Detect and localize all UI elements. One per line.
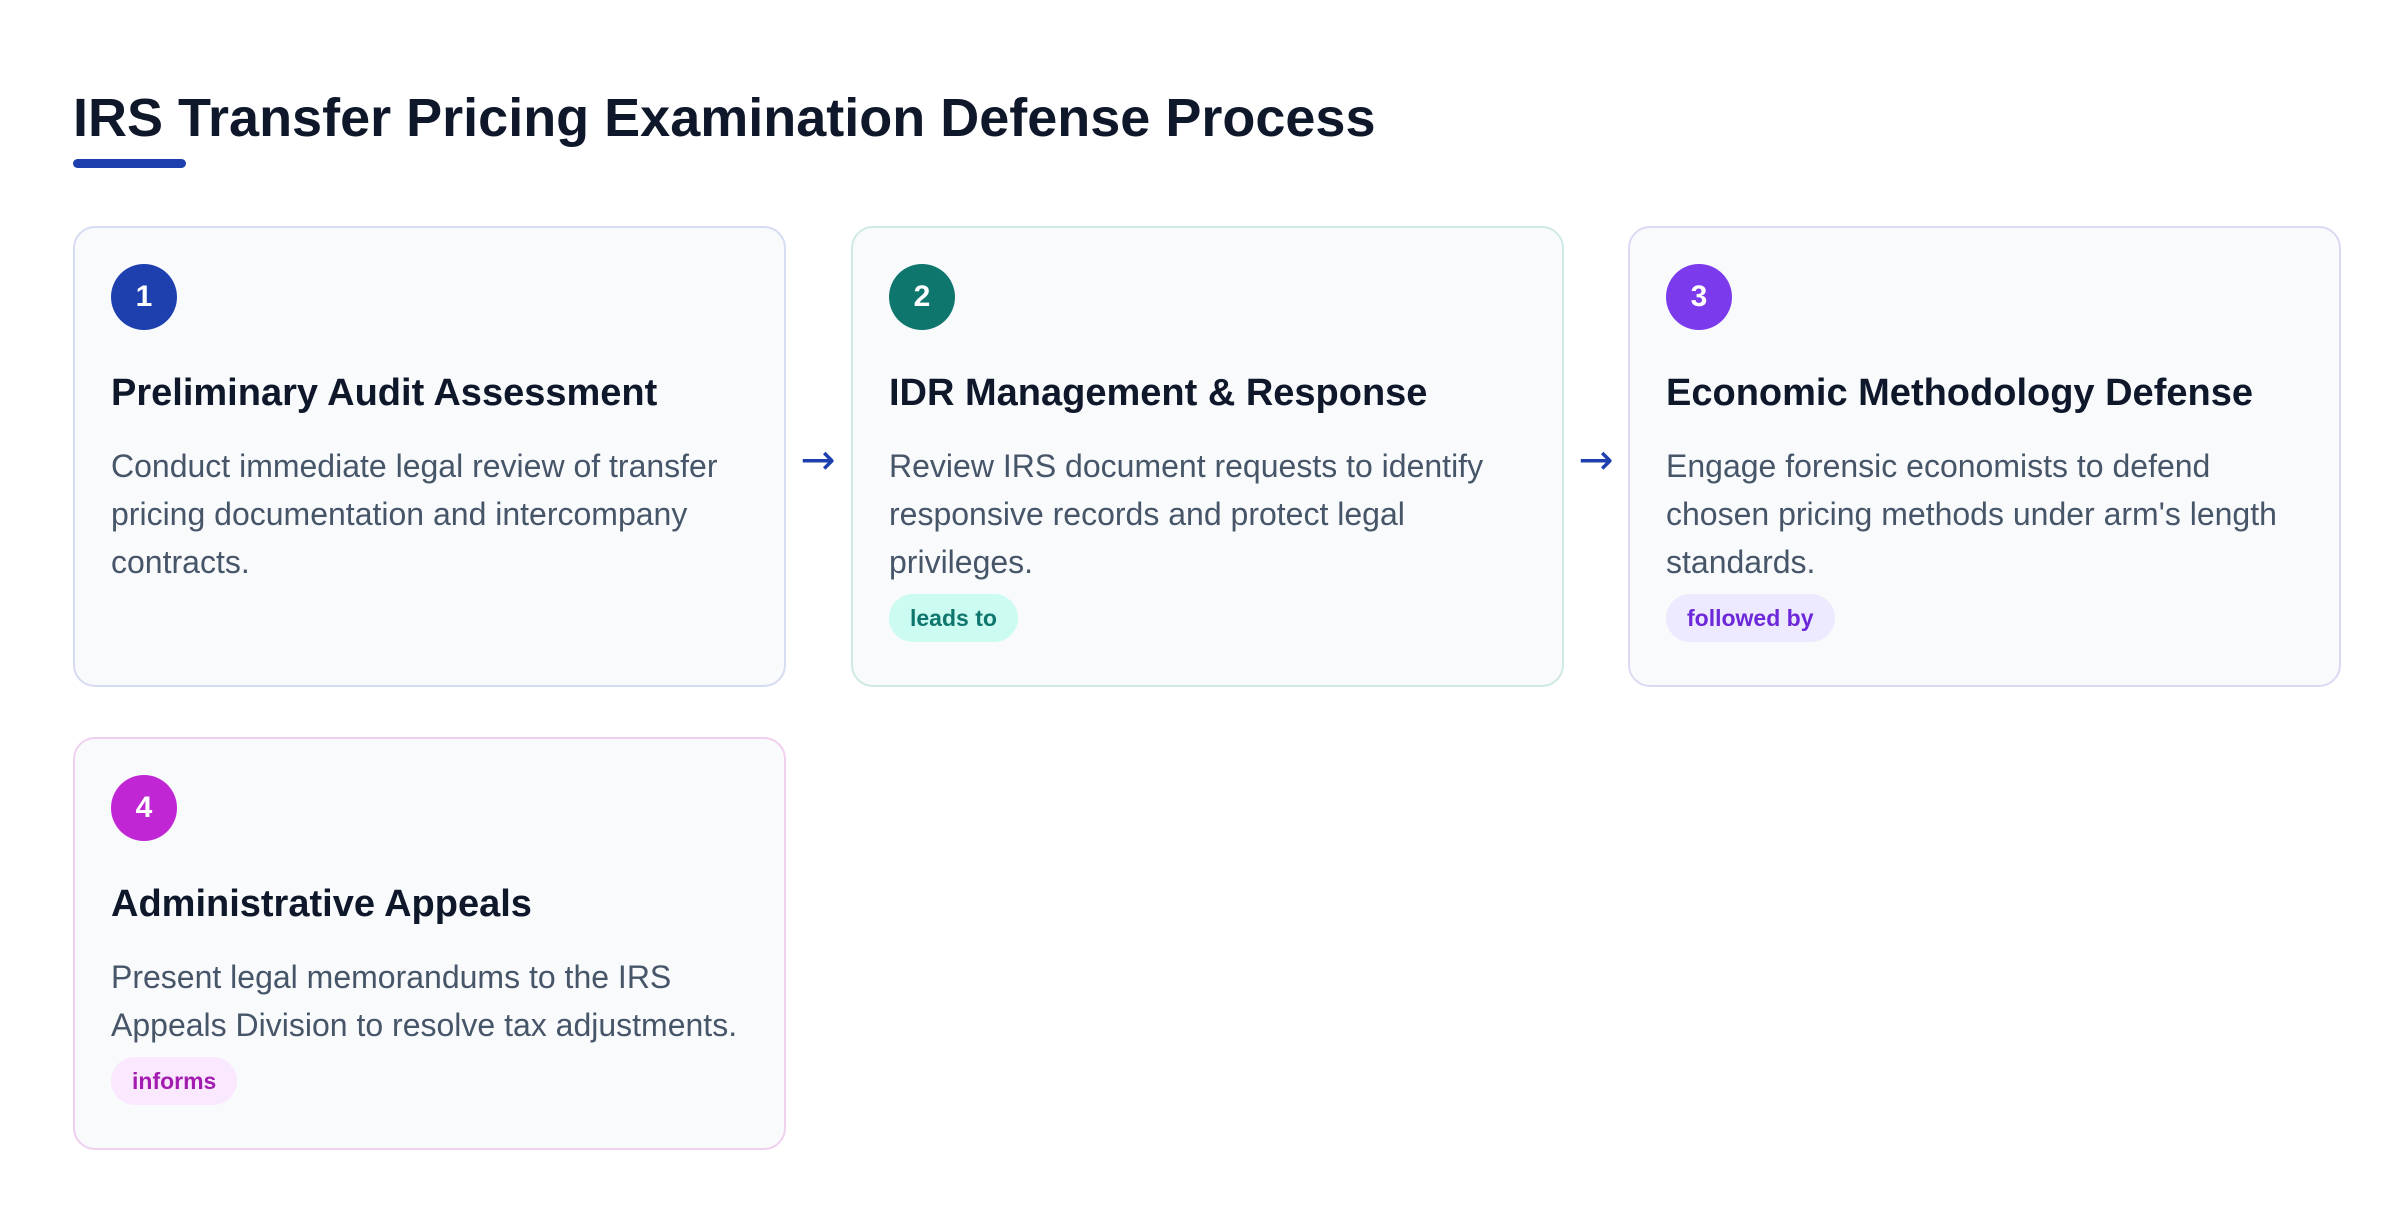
right-arrow-icon: → (800, 435, 836, 484)
title-underline (73, 159, 186, 168)
step-description: Engage forensic economists to defend cho… (1666, 448, 2277, 580)
step-number-badge: 3 (1666, 264, 1732, 330)
step-title: IDR Management & Response (889, 372, 1428, 414)
relation-badge: leads to (889, 594, 1018, 642)
step-description: Review IRS document requests to identify… (889, 448, 1484, 580)
step-card-2: 2 IDR Management & Response Review IRS d… (851, 226, 1564, 687)
step-title: Preliminary Audit Assessment (111, 372, 658, 414)
relation-badge: followed by (1666, 594, 1835, 642)
page-title: IRS Transfer Pricing Examination Defense… (73, 88, 1376, 148)
step-card-1: 1 Preliminary Audit Assessment Conduct i… (73, 226, 786, 687)
step-number-badge: 1 (111, 264, 177, 330)
relation-badge: informs (111, 1057, 238, 1105)
step-title: Administrative Appeals (111, 883, 532, 925)
step-number-badge: 2 (889, 264, 955, 330)
step-card-3: 3 Economic Methodology Defense Engage fo… (1628, 226, 2341, 687)
step-title: Economic Methodology Defense (1666, 372, 2253, 414)
step-card-4: 4 Administrative Appeals Present legal m… (73, 737, 786, 1150)
process-diagram: IRS Transfer Pricing Examination Defense… (0, 0, 2400, 1214)
step-description: Present legal memorandums to the IRS App… (111, 959, 738, 1043)
right-arrow-icon: → (1578, 435, 1614, 484)
step-description: Conduct immediate legal review of transf… (111, 448, 718, 580)
step-number-badge: 4 (111, 775, 177, 841)
